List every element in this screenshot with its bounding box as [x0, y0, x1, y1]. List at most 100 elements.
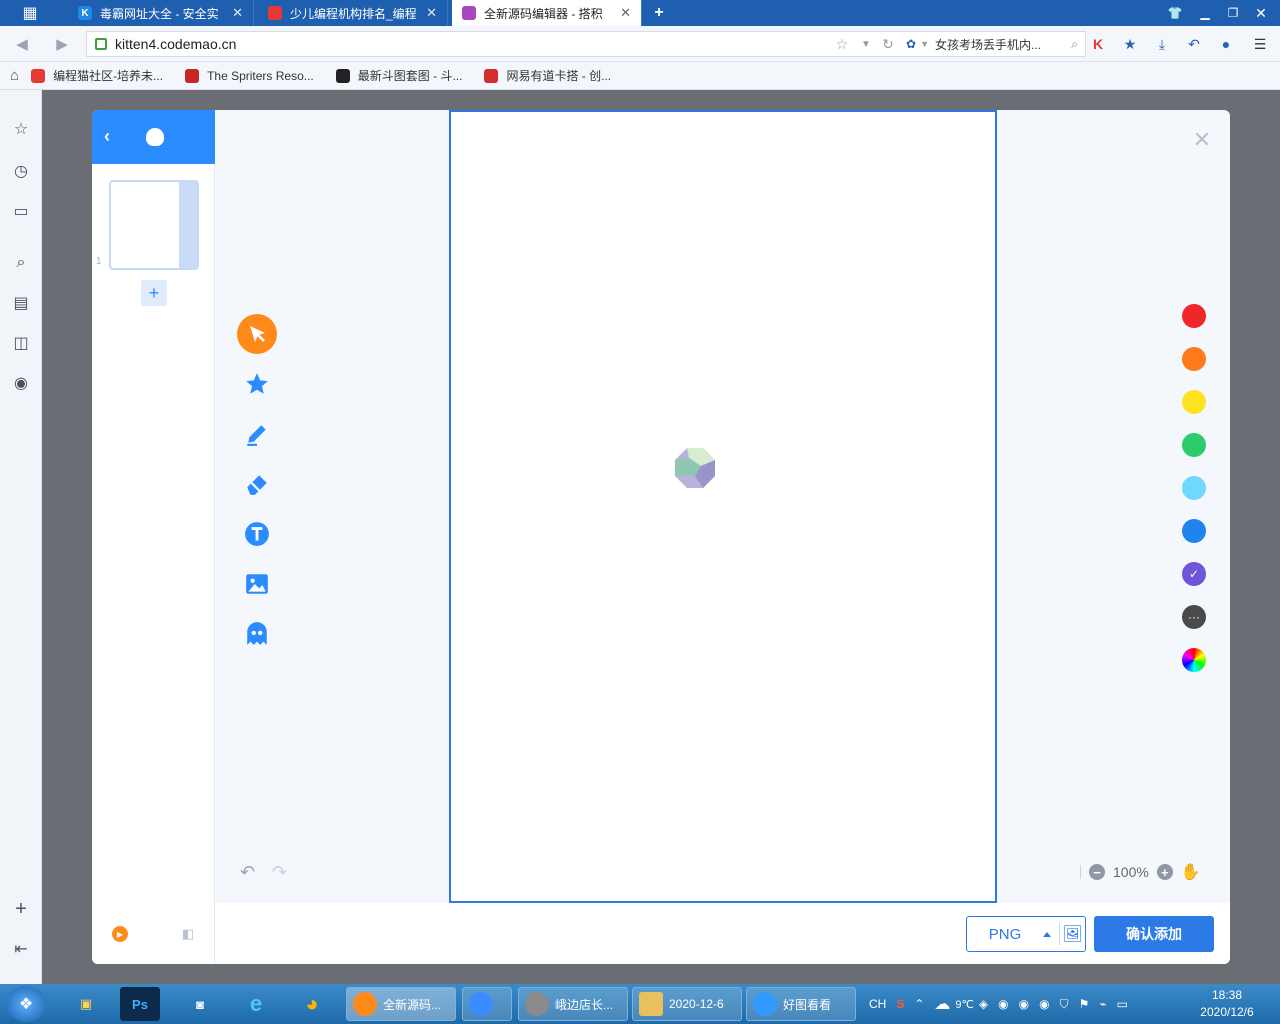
frame-thumbnail[interactable]: [109, 180, 199, 270]
menu-icon[interactable]: ☰: [1250, 34, 1270, 54]
bookmark-item[interactable]: 编程猫社区-培养未...: [31, 67, 163, 84]
collapse-sidebar-icon[interactable]: ⇤: [10, 938, 32, 960]
dropdown-chevron-icon[interactable]: ▼: [856, 34, 876, 54]
refresh-icon[interactable]: ↻: [878, 34, 898, 54]
shopping-bag-icon[interactable]: ◫: [10, 332, 32, 354]
taskbar-window-store[interactable]: 峨边店长...: [518, 987, 628, 1021]
ghost-icon: [247, 622, 267, 645]
bookmark-star-icon[interactable]: ★: [1120, 34, 1140, 54]
minimize-icon[interactable]: ▁: [1190, 0, 1220, 26]
color-swatch-blue[interactable]: [1182, 519, 1206, 543]
taskbar-window-bird[interactable]: [462, 987, 512, 1021]
app-icon-camera[interactable]: ◙: [178, 987, 222, 1021]
zoom-in-button[interactable]: +: [1156, 864, 1173, 880]
bookmark-item[interactable]: 网易有道卡搭 - 创...: [484, 67, 611, 84]
download-icon[interactable]: ⤓: [1152, 34, 1172, 54]
drawing-canvas[interactable]: [449, 110, 997, 903]
tray-chevron-icon[interactable]: ⌃: [914, 997, 924, 1011]
eraser-tool[interactable]: [237, 464, 277, 504]
inbox-icon[interactable]: ▭: [10, 200, 32, 222]
back-arrow-icon[interactable]: ◀: [12, 34, 32, 54]
color-picker-rainbow[interactable]: [1182, 648, 1206, 672]
search-engine-chevron-icon[interactable]: ▼: [920, 39, 929, 49]
history-icon[interactable]: ◷: [10, 160, 32, 182]
color-swatch-yellow[interactable]: [1182, 390, 1206, 414]
confirm-add-button[interactable]: 确认添加: [1094, 916, 1214, 952]
bookmark-label: 网易有道卡搭 - 创...: [506, 69, 612, 83]
network-icon[interactable]: ⌁: [1099, 997, 1106, 1011]
color-swatch-green[interactable]: [1182, 433, 1206, 457]
hand-pan-icon[interactable]: ✋: [1181, 862, 1201, 882]
app-icon-notepad[interactable]: ▣: [64, 987, 108, 1021]
color-swatch-purple[interactable]: ✓: [1182, 562, 1206, 586]
export-image-icon[interactable]: 🖼: [1060, 924, 1085, 944]
qq-icon[interactable]: ◉: [1019, 997, 1029, 1011]
text-tool[interactable]: [237, 514, 277, 554]
color-swatch-red[interactable]: [1182, 304, 1206, 328]
redo-icon[interactable]: ↷: [272, 862, 287, 883]
close-window-icon[interactable]: ✕: [1246, 0, 1276, 26]
brush-tool[interactable]: [237, 414, 277, 454]
checkmark-icon: ✓: [1188, 567, 1200, 581]
favorites-icon[interactable]: ☆: [10, 118, 32, 140]
tab-close-icon[interactable]: ✕: [232, 5, 243, 21]
game-icon[interactable]: ●: [1216, 34, 1236, 54]
tray-box-icon[interactable]: ◈: [979, 997, 988, 1011]
new-tab-button[interactable]: +: [648, 0, 670, 26]
tab-close-icon[interactable]: ✕: [426, 5, 437, 21]
image-tool[interactable]: [237, 564, 277, 604]
search-box[interactable]: ✿ ▼ 女孩考场丢手机内... ⌕: [906, 31, 1082, 57]
tab-duba[interactable]: K 毒霸网址大全 - 安全实 ✕: [68, 0, 254, 26]
color-swatch-orange[interactable]: [1182, 347, 1206, 371]
canvas-sprite[interactable]: [673, 446, 717, 490]
shield-icon[interactable]: ⛉: [1060, 997, 1069, 1012]
tab-close-icon[interactable]: ✕: [620, 5, 631, 21]
undo-close-icon[interactable]: ↶: [1184, 34, 1204, 54]
url-text: kitten4.codemao.cn: [115, 36, 237, 52]
color-swatch-light-blue[interactable]: [1182, 476, 1206, 500]
taskbar-window-folder[interactable]: 2020-12-6: [632, 987, 742, 1021]
news-icon[interactable]: ▤: [10, 292, 32, 314]
paint-editor-dialog: ‹ 1 + ▶ ◧ ↶ ↷ ✕ ✓ ··· − 100% + ✋ PNG 🖼 确…: [92, 110, 1230, 964]
browser-menu-icon[interactable]: ▦: [0, 0, 60, 26]
kingsoft-icon[interactable]: K: [1088, 34, 1108, 54]
back-chevron-icon[interactable]: ‹: [104, 126, 110, 147]
taskbar-clock[interactable]: 18:38 2020/12/6: [1196, 987, 1258, 1021]
add-frame-button[interactable]: +: [141, 280, 167, 306]
taskbar-window-codemao[interactable]: 全新源码...: [346, 987, 456, 1021]
bookmark-item[interactable]: The Spriters Reso...: [185, 68, 314, 83]
close-dialog-button[interactable]: ✕: [1190, 127, 1214, 152]
search-icon[interactable]: ⌕: [10, 252, 32, 274]
forward-arrow-icon[interactable]: ▶: [52, 34, 72, 54]
monitor-icon[interactable]: ▭: [1117, 997, 1128, 1011]
app-icon-colorful[interactable]: ◕: [290, 987, 334, 1021]
qq-icon[interactable]: ◉: [1039, 997, 1049, 1011]
app-icon-ie[interactable]: e: [234, 987, 278, 1021]
restore-icon[interactable]: ❐: [1218, 0, 1248, 26]
undo-icon[interactable]: ↶: [240, 862, 255, 883]
skin-icon[interactable]: 👕: [1160, 0, 1190, 26]
add-icon[interactable]: +: [10, 898, 32, 920]
favorite-star-icon[interactable]: ☆: [832, 34, 852, 54]
start-button[interactable]: ❖: [6, 986, 46, 1022]
tab-coding-ranking[interactable]: 少儿编程机构排名_编程 ✕: [258, 0, 448, 26]
gamepad-icon[interactable]: ◉: [10, 372, 32, 394]
home-icon[interactable]: ⌂: [10, 67, 19, 84]
zoom-out-button[interactable]: −: [1089, 864, 1105, 880]
shape-tool[interactable]: [237, 364, 277, 404]
taskbar-window-image-viewer[interactable]: 好图看看: [746, 987, 856, 1021]
play-animation-icon[interactable]: ▶: [112, 926, 128, 942]
app-icon-photoshop[interactable]: Ps: [120, 987, 160, 1021]
bookmark-item[interactable]: 最新斗图套图 - 斗...: [335, 67, 462, 84]
select-tool[interactable]: [237, 314, 277, 354]
sprite-tool[interactable]: [237, 614, 277, 654]
tab-codemao-editor[interactable]: 全新源码编辑器 - 搭积 ✕: [452, 0, 642, 26]
qq-icon[interactable]: ◉: [998, 997, 1008, 1011]
onion-skin-icon[interactable]: ◧: [180, 926, 196, 942]
flag-icon[interactable]: ⚑: [1079, 997, 1090, 1011]
search-icon[interactable]: ⌕: [1071, 37, 1078, 52]
export-format-select[interactable]: PNG 🖼: [966, 916, 1086, 952]
input-method[interactable]: CH: [869, 997, 886, 1011]
sogou-icon[interactable]: S: [896, 997, 904, 1011]
color-swatch-more[interactable]: ···: [1182, 605, 1206, 629]
